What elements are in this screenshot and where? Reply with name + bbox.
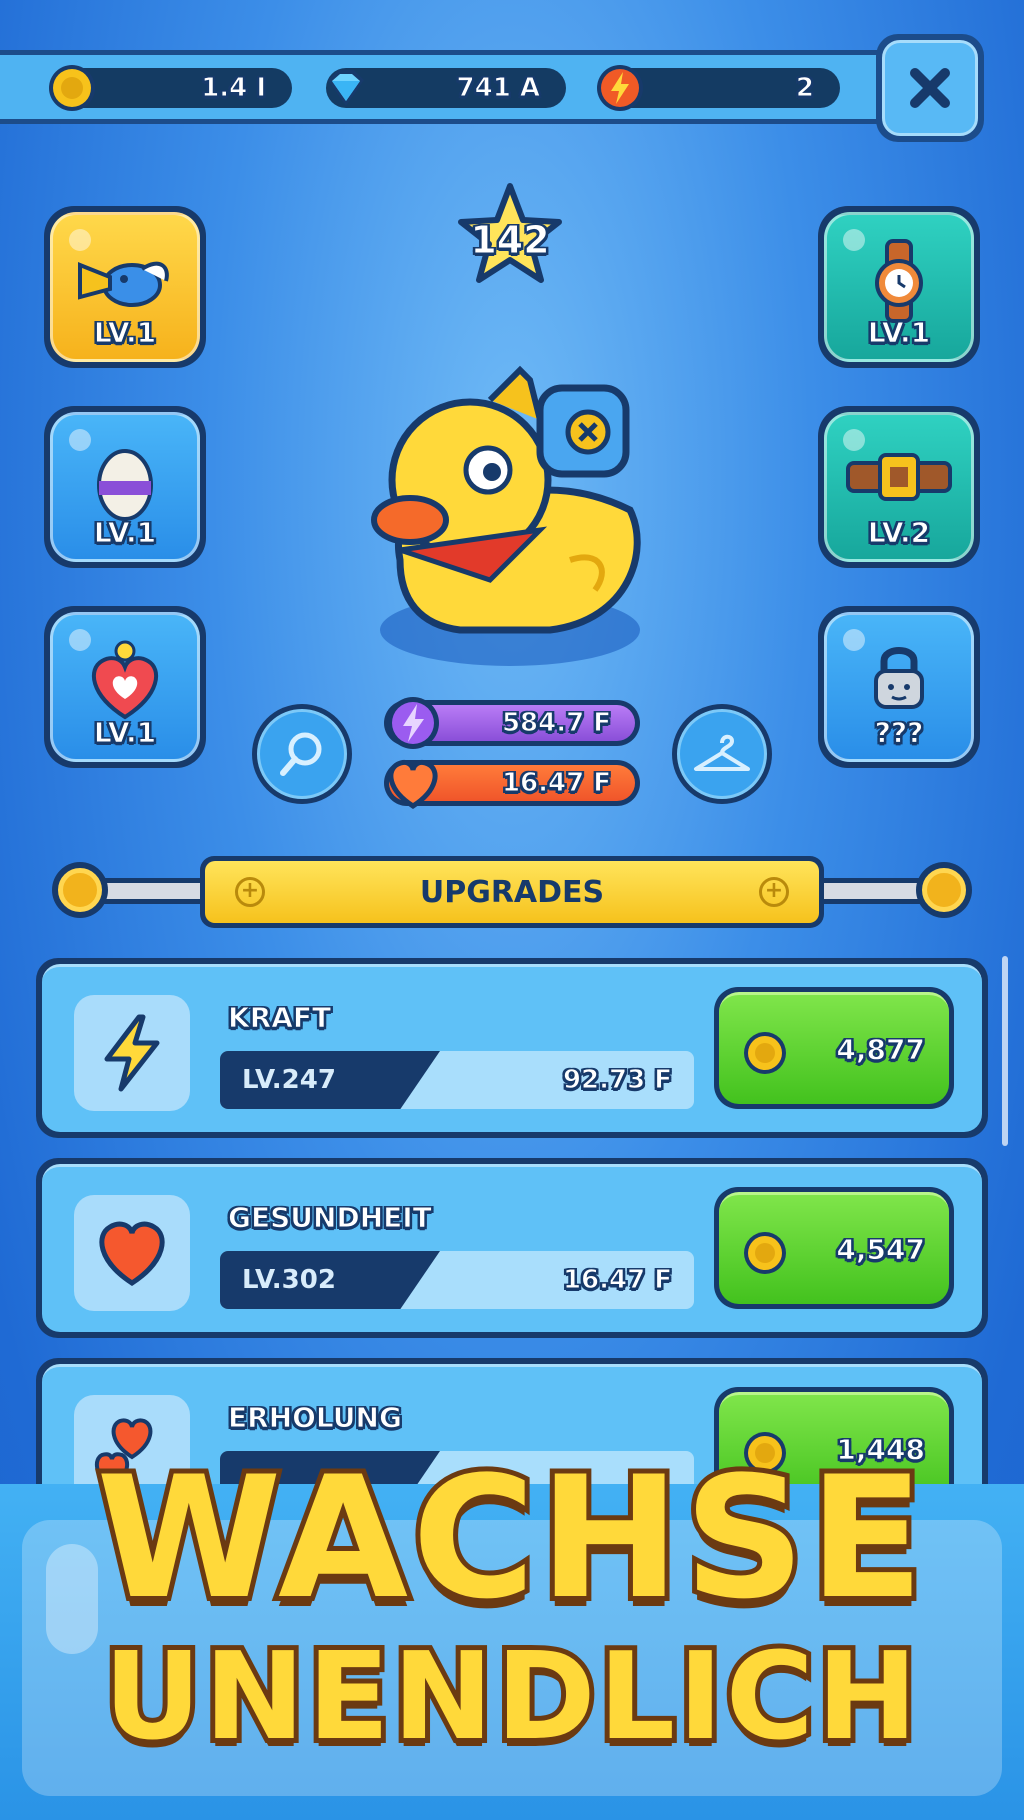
upgrade-cost: 4,877 bbox=[836, 1033, 926, 1067]
upgrades-header: + UPGRADES + bbox=[200, 856, 824, 928]
upgrade-title: GESUNDHEIT bbox=[228, 1201, 433, 1235]
belt-icon bbox=[846, 453, 952, 501]
upgrade-title: ERHOLUNG bbox=[228, 1401, 403, 1435]
upgrade-value: 92.73 F bbox=[562, 1065, 672, 1096]
heart-chick-icon bbox=[91, 640, 159, 720]
upgrade-card-gesundheit-inner: GESUNDHEIT LV.302 16.47 F 4,547 bbox=[42, 1164, 982, 1332]
rail-knob-left-inner bbox=[58, 868, 102, 912]
slot-locked-level: ??? bbox=[874, 716, 924, 750]
wardrobe-button-face bbox=[677, 709, 767, 799]
buy-gesundheit-face: 4,547 bbox=[719, 1192, 949, 1304]
gem-value: 741 A bbox=[456, 73, 540, 104]
plus-icon: + bbox=[235, 877, 265, 907]
upgrade-card-kraft: KRAFT LV.247 92.73 F 4,877 bbox=[36, 958, 988, 1138]
close-button[interactable] bbox=[876, 34, 984, 142]
magnifier-icon bbox=[280, 732, 322, 776]
slot-locked-face: ??? bbox=[824, 612, 974, 762]
upgrade-card-kraft-inner: KRAFT LV.247 92.73 F 4,877 bbox=[42, 964, 982, 1132]
energy-counter: 2 bbox=[597, 65, 840, 111]
lock-icon bbox=[874, 647, 924, 709]
upgrade-progress: LV.302 16.47 F bbox=[220, 1251, 694, 1309]
inspect-button-face bbox=[257, 709, 347, 799]
power-bar: 584.7 F bbox=[384, 697, 640, 749]
inspect-button[interactable] bbox=[252, 704, 352, 804]
promo-line-2: UNENDLICH bbox=[99, 1623, 923, 1772]
energy-value: 2 bbox=[795, 73, 814, 104]
upgrade-icon-box bbox=[74, 995, 190, 1111]
slot-heart-face: LV.1 bbox=[50, 612, 200, 762]
rail-knob-right bbox=[916, 862, 972, 918]
upgrade-title: KRAFT bbox=[227, 1001, 332, 1035]
duck-character bbox=[371, 365, 641, 666]
upgrades-header-face: + UPGRADES + bbox=[205, 861, 819, 923]
health-value: 16.47 F bbox=[501, 768, 611, 799]
diamond-icon bbox=[328, 70, 364, 106]
slot-belt-face: LV.2 bbox=[824, 412, 974, 562]
slot-egg[interactable]: LV.1 bbox=[44, 406, 206, 568]
rail-knob-right-inner bbox=[922, 868, 966, 912]
buy-kraft-button[interactable]: 4,877 bbox=[714, 987, 954, 1109]
slot-watch-face: LV.1 bbox=[824, 212, 974, 362]
upgrade-level: LV.302 bbox=[242, 1265, 336, 1295]
upgrade-value: 16.47 F bbox=[562, 1265, 672, 1296]
slot-pet[interactable]: LV.1 bbox=[44, 206, 206, 368]
buy-kraft-face: 4,877 bbox=[719, 992, 949, 1104]
upgrade-icon-box bbox=[74, 1195, 190, 1311]
watch-icon bbox=[875, 239, 923, 323]
slot-belt[interactable]: LV.2 bbox=[818, 406, 980, 568]
slot-watch-level: LV.1 bbox=[867, 316, 931, 350]
slot-locked[interactable]: ??? bbox=[818, 606, 980, 768]
slot-egg-level: LV.1 bbox=[93, 516, 157, 550]
slot-shine bbox=[843, 629, 865, 651]
rail-knob-left bbox=[52, 862, 108, 918]
upgrade-progress: LV.247 92.73 F bbox=[220, 1051, 694, 1109]
slot-heart-level: LV.1 bbox=[93, 716, 157, 750]
player-level: 142 bbox=[470, 218, 550, 263]
gem-counter: 741 A bbox=[326, 68, 566, 108]
coin-counter: 1.4 I bbox=[49, 65, 292, 111]
energy-bolt-icon bbox=[597, 65, 643, 111]
upgrades-title: UPGRADES bbox=[419, 874, 605, 910]
slot-pet-face: LV.1 bbox=[50, 212, 200, 362]
plus-icon: + bbox=[759, 877, 789, 907]
coin-value: 1.4 I bbox=[201, 73, 267, 104]
close-button-face bbox=[882, 40, 978, 136]
health-bar: 16.47 F bbox=[384, 759, 640, 809]
upgrade-card-gesundheit: GESUNDHEIT LV.302 16.47 F 4,547 bbox=[36, 1158, 988, 1338]
coin-icon bbox=[49, 65, 95, 111]
egg-icon bbox=[97, 449, 153, 521]
upgrades-scrollbar[interactable] bbox=[1002, 956, 1008, 1146]
slot-egg-face: LV.1 bbox=[50, 412, 200, 562]
power-value: 584.7 F bbox=[501, 708, 611, 739]
lightning-icon bbox=[104, 1014, 160, 1092]
slot-watch[interactable]: LV.1 bbox=[818, 206, 980, 368]
hanger-icon bbox=[694, 734, 750, 771]
close-icon bbox=[910, 68, 950, 108]
trumpet-bird-icon bbox=[78, 261, 169, 307]
upgrade-level: LV.247 bbox=[242, 1065, 336, 1095]
promo-line-1: WACHSE bbox=[91, 1435, 928, 1641]
slot-belt-level: LV.2 bbox=[867, 516, 931, 550]
slot-pet-level: LV.1 bbox=[93, 316, 157, 350]
coin-icon bbox=[744, 1032, 786, 1074]
slot-heart[interactable]: LV.1 bbox=[44, 606, 206, 768]
upgrade-cost: 4,547 bbox=[836, 1233, 926, 1267]
power-bolt-icon bbox=[387, 697, 439, 749]
heart-icon bbox=[99, 1221, 165, 1286]
wardrobe-button[interactable] bbox=[672, 704, 772, 804]
coin-icon bbox=[744, 1232, 786, 1274]
buy-gesundheit-button[interactable]: 4,547 bbox=[714, 1187, 954, 1309]
health-heart-icon bbox=[388, 759, 438, 809]
